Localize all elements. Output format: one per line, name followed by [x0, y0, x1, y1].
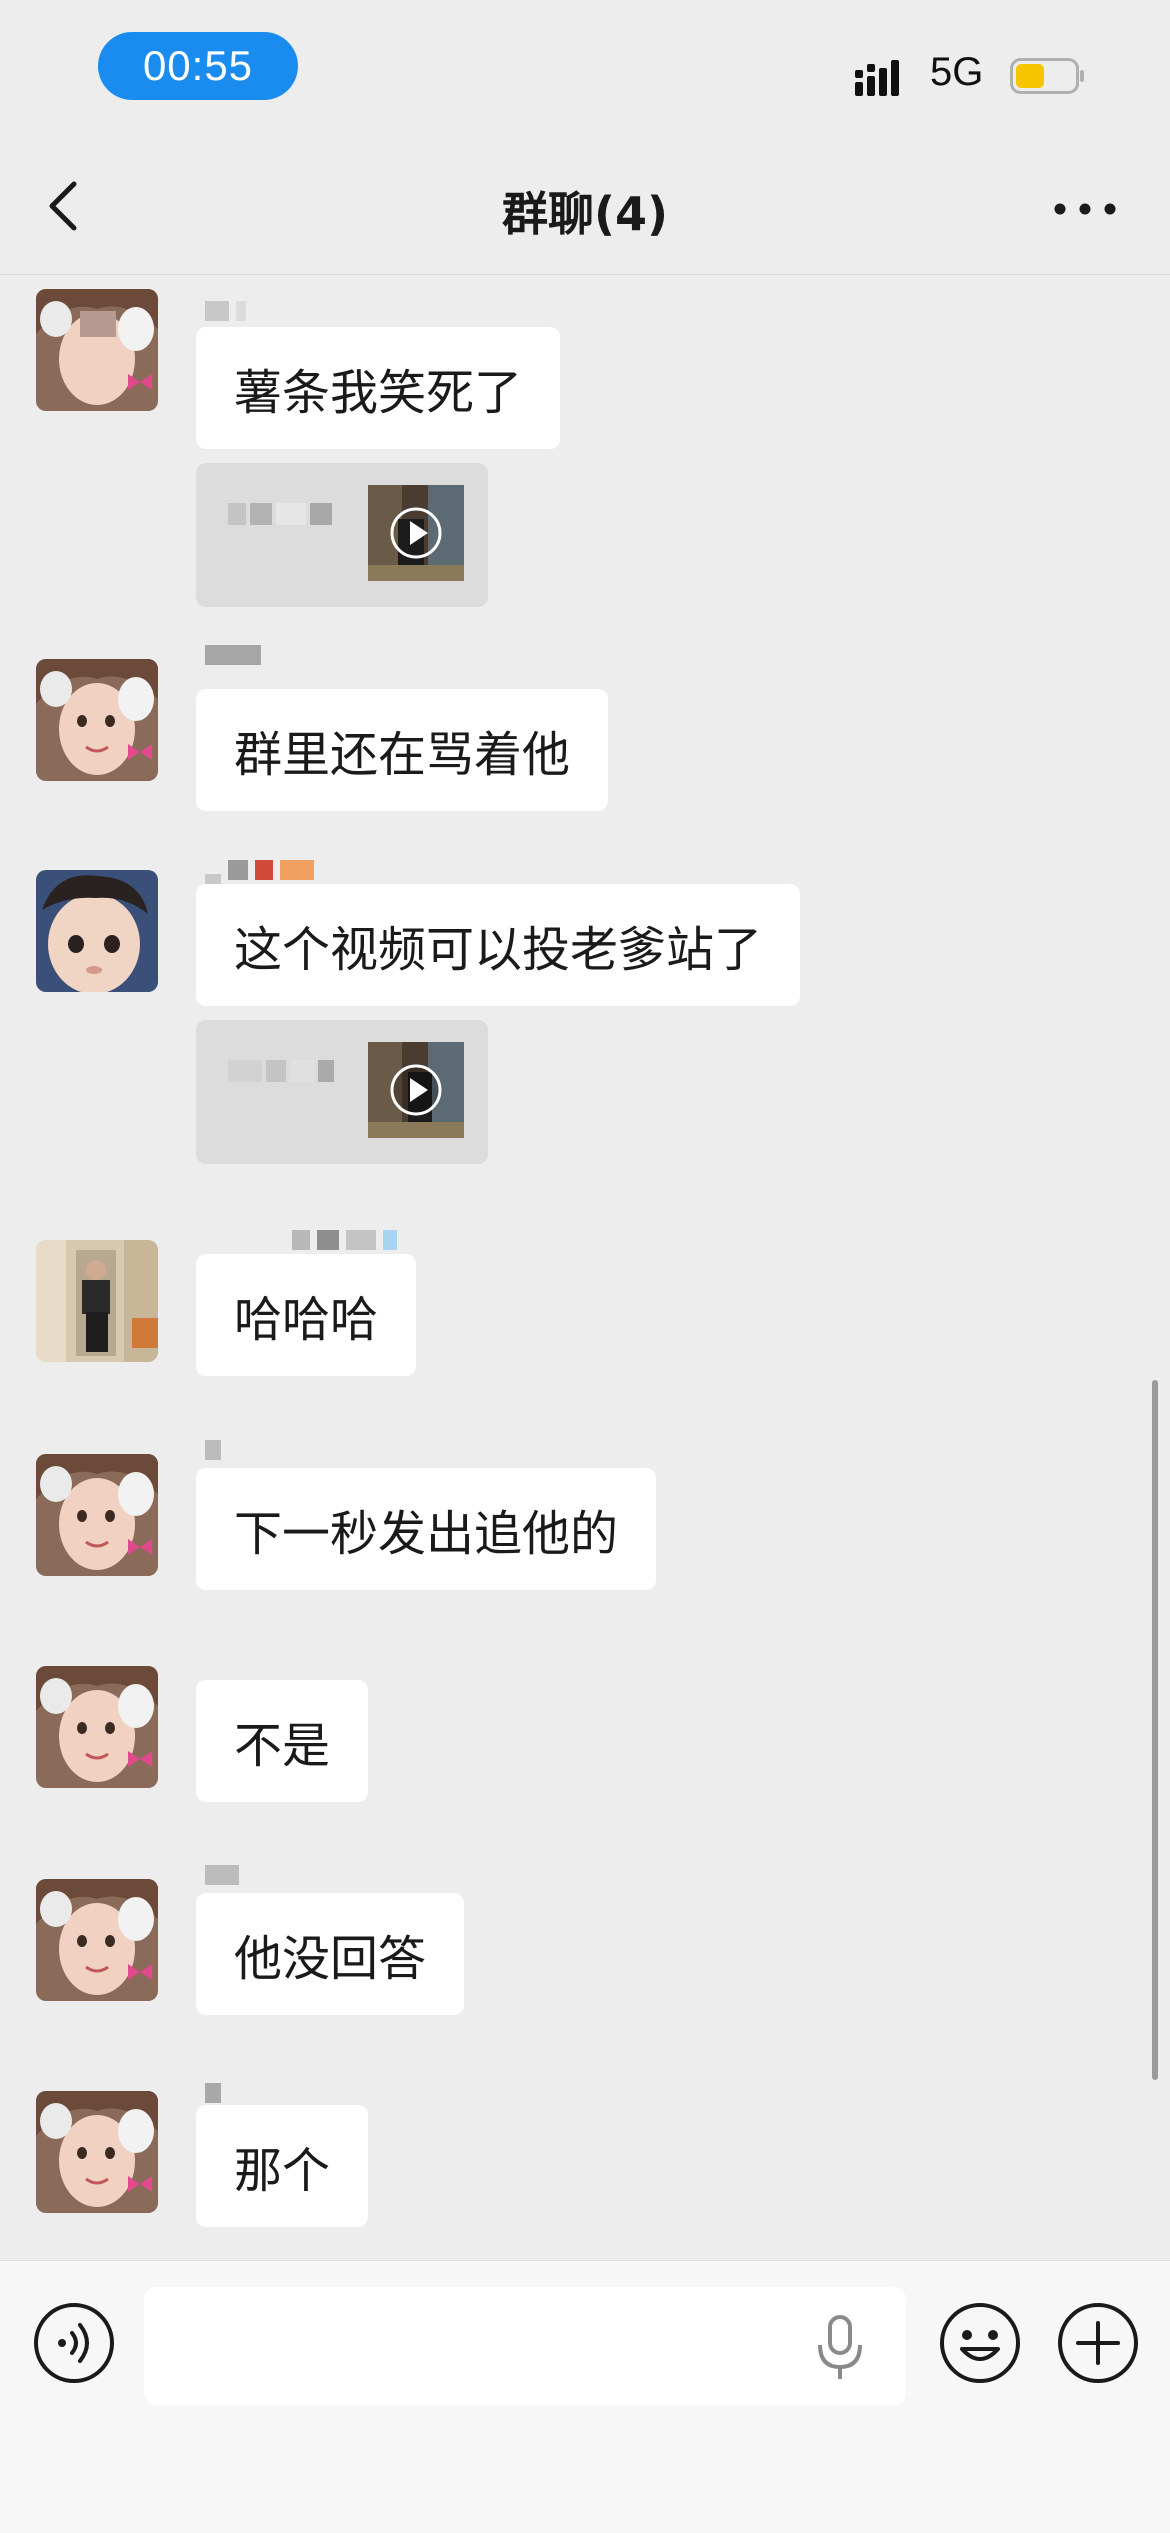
video-thumbnail: [368, 485, 464, 581]
message-bubble[interactable]: 群里还在骂着他: [196, 689, 609, 811]
message-bubble[interactable]: 哈哈哈: [196, 1254, 417, 1376]
sender-name-blurred: [205, 645, 263, 667]
emoji-icon[interactable]: [938, 2301, 1022, 2385]
sender-name-blurred: [205, 1440, 223, 1462]
girl-avatar-icon[interactable]: [36, 1666, 158, 1788]
nav-bar: 群聊(4): [0, 140, 1170, 275]
message-bubble[interactable]: 那个: [196, 2105, 369, 2227]
message-input[interactable]: [144, 2287, 906, 2405]
girl-avatar-icon[interactable]: [36, 289, 158, 411]
message-bubble[interactable]: 不是: [196, 1680, 369, 1802]
sender-name-blurred: [205, 2083, 223, 2105]
sender-name-blurred: [205, 1865, 241, 1887]
room-avatar-icon[interactable]: [36, 1240, 158, 1362]
girl-avatar-icon[interactable]: [36, 659, 158, 781]
video-card[interactable]: [196, 1020, 488, 1164]
child-avatar-icon[interactable]: [36, 870, 158, 992]
voice-mode-icon[interactable]: [32, 2301, 116, 2385]
sender-name-blurred: [205, 301, 248, 323]
status-time: 00:55: [98, 32, 298, 100]
sender-name-blurred: [205, 1230, 399, 1252]
chat-title: 群聊(4): [501, 187, 669, 241]
plus-icon[interactable]: [1056, 2301, 1140, 2385]
girl-avatar-icon[interactable]: [36, 1454, 158, 1576]
message-bubble[interactable]: 他没回答: [196, 1893, 465, 2015]
input-bar: [0, 2260, 1170, 2533]
girl-avatar-icon[interactable]: [36, 1879, 158, 2001]
message-bubble[interactable]: 下一秒发出追他的: [196, 1468, 657, 1590]
microphone-icon[interactable]: [812, 2313, 868, 2381]
battery-icon: [1010, 58, 1084, 94]
video-thumbnail: [368, 1042, 464, 1138]
message-bubble[interactable]: 这个视频可以投老爹站了: [196, 884, 801, 1006]
chat-message-list[interactable]: 薯条我笑死了 群里还在骂着他 这个视频可以投老爹站了 哈哈哈 下一秒发出追他的 …: [0, 275, 1170, 2260]
sender-name-blurred: [205, 860, 316, 894]
scrollbar[interactable]: [1152, 1380, 1158, 2080]
video-card[interactable]: [196, 463, 488, 607]
message-bubble[interactable]: 薯条我笑死了: [196, 327, 561, 449]
signal-strength-icon: [855, 60, 899, 96]
network-label: 5G: [930, 50, 984, 94]
more-options-icon[interactable]: [1050, 184, 1120, 234]
status-bar: 00:55 5G: [0, 0, 1170, 140]
girl-avatar-icon[interactable]: [36, 2091, 158, 2213]
